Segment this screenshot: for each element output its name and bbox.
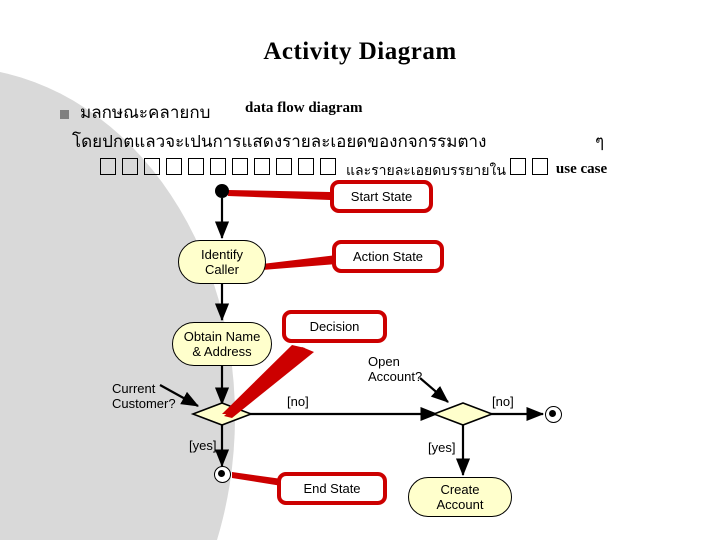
body-line-2-thai: โดยปกตแลวจะเปนการแสดงรายละเอยดของกจกรรมต…	[72, 132, 487, 152]
missing-glyph-box	[144, 158, 160, 175]
callout-start-state[interactable]: Start State	[330, 180, 433, 213]
missing-glyph-box	[122, 158, 138, 175]
body-line-1-english: data flow diagram	[245, 100, 363, 116]
guard-yes-right: [yes]	[428, 440, 456, 455]
missing-glyph-box	[232, 158, 248, 175]
decision-label-current-customer: Current Customer?	[112, 381, 176, 411]
missing-glyph-box	[531, 158, 548, 175]
page-title: Activity Diagram	[263, 38, 457, 65]
start-state-node[interactable]	[215, 184, 229, 198]
missing-glyph-group-after	[509, 158, 554, 180]
body-line-3-english: use case	[555, 161, 608, 177]
end-state-right[interactable]	[545, 406, 562, 423]
slide-canvas: Activity Diagram มลกษณะคลายกบ data flow …	[0, 0, 720, 540]
callout-decision[interactable]: Decision	[282, 310, 387, 343]
action-state-identify-caller[interactable]: Identify Caller	[178, 240, 266, 284]
action-state-create-account[interactable]: Create Account	[408, 477, 512, 517]
action-state-label: Obtain Name & Address	[183, 329, 261, 359]
body-line-2-repeat-mark: ๆ	[595, 132, 605, 152]
callout-label: Action State	[352, 249, 424, 264]
callout-end-state[interactable]: End State	[277, 472, 387, 505]
guard-yes-left: [yes]	[189, 438, 217, 453]
missing-glyph-box	[210, 158, 226, 175]
missing-glyph-box	[188, 158, 204, 175]
body-line-3-thai: และรายละเอยดบรรยายใน	[346, 163, 506, 179]
square-bullet-icon	[60, 110, 69, 119]
callout-label: Decision	[309, 319, 360, 334]
guard-no-left: [no]	[287, 394, 309, 409]
callout-label: Start State	[350, 189, 413, 204]
missing-glyph-box	[254, 158, 270, 175]
missing-glyph-box	[100, 158, 116, 175]
action-state-label: Identify Caller	[201, 247, 243, 277]
decision-label-open-account: Open Account?	[368, 354, 423, 384]
callout-action-state[interactable]: Action State	[332, 240, 444, 273]
guard-no-right: [no]	[492, 394, 514, 409]
callout-label: End State	[303, 481, 361, 496]
missing-glyph-box	[166, 158, 182, 175]
end-state-left[interactable]	[214, 466, 231, 483]
missing-glyph-box	[509, 158, 526, 175]
body-line-1-thai: มลกษณะคลายกบ	[80, 103, 211, 123]
missing-glyph-box	[298, 158, 314, 175]
missing-glyph-box	[320, 158, 336, 175]
body-line-3: และรายละเอยดบรรยายใน use case	[100, 158, 607, 180]
action-state-obtain-name-address[interactable]: Obtain Name & Address	[172, 322, 272, 366]
missing-glyph-box	[276, 158, 292, 175]
missing-glyph-group-before	[100, 158, 342, 180]
action-state-label: Create Account	[436, 482, 484, 512]
